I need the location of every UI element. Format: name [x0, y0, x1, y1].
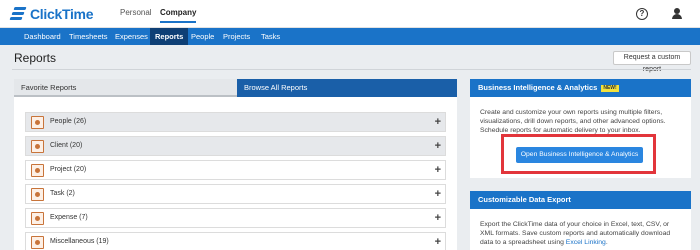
logo-icon — [9, 7, 28, 21]
nav-timesheets[interactable]: Timesheets — [64, 28, 113, 45]
personal-link[interactable]: Personal — [120, 8, 152, 17]
bi-panel-title: Business Intelligence & Analytics — [478, 83, 598, 92]
expense-dollar-icon — [31, 212, 44, 225]
expand-plus-icon[interactable]: + — [435, 212, 441, 224]
expand-plus-icon[interactable]: + — [435, 188, 441, 200]
open-bi-analytics-button[interactable]: Open Business Intelligence & Analytics — [516, 147, 643, 163]
nav-people[interactable]: People — [186, 28, 219, 45]
report-category-list: People (26) + Client (20) + Project (20)… — [25, 112, 446, 250]
category-row-expense[interactable]: Expense (7) + — [25, 208, 446, 228]
nav-expenses[interactable]: Expenses — [110, 28, 153, 45]
data-export-panel: Customizable Data Export Export the Clic… — [470, 191, 691, 250]
new-badge: NEW! — [601, 85, 619, 92]
reports-panel: Favorite Reports Browse All Reports Peop… — [14, 79, 457, 250]
category-label: Project (20) — [50, 166, 87, 173]
expand-plus-icon[interactable]: + — [435, 164, 441, 176]
header-divider — [12, 69, 691, 70]
category-row-miscellaneous[interactable]: Miscellaneous (19) + — [25, 232, 446, 250]
nav-dashboard[interactable]: Dashboard — [19, 28, 66, 45]
category-label: People (26) — [50, 118, 87, 125]
user-account-icon[interactable] — [671, 8, 683, 20]
logo-text: ClickTime — [30, 6, 94, 22]
category-row-people[interactable]: People (26) + — [25, 112, 446, 132]
task-check-icon — [31, 188, 44, 201]
people-report-icon — [31, 116, 44, 129]
clicktime-logo[interactable]: ClickTime — [9, 6, 94, 22]
project-pie-icon — [31, 164, 44, 177]
category-row-client[interactable]: Client (20) + — [25, 136, 446, 156]
export-panel-description: Export the ClickTime data of your choice… — [470, 209, 691, 247]
tab-favorite-reports[interactable]: Favorite Reports — [14, 79, 237, 97]
bi-panel-description: Create and customize your own reports us… — [480, 109, 666, 134]
nav-projects[interactable]: Projects — [218, 28, 255, 45]
expand-plus-icon[interactable]: + — [435, 236, 441, 248]
nav-tasks[interactable]: Tasks — [256, 28, 285, 45]
top-bar: ClickTime Personal Company ? — [0, 0, 700, 28]
nav-reports[interactable]: Reports — [150, 28, 189, 45]
export-description-end: . — [605, 239, 608, 246]
misc-chart-icon — [31, 236, 44, 249]
category-label: Miscellaneous (19) — [50, 238, 109, 245]
excel-linking-link[interactable]: Excel Linking — [566, 239, 606, 246]
expand-plus-icon[interactable]: + — [435, 140, 441, 152]
expand-plus-icon[interactable]: + — [435, 116, 441, 128]
category-row-project[interactable]: Project (20) + — [25, 160, 446, 180]
bi-analytics-panel: Business Intelligence & Analytics NEW! Cr… — [470, 79, 691, 178]
export-panel-header: Customizable Data Export — [470, 191, 691, 209]
page-title: Reports — [14, 51, 57, 65]
company-link[interactable]: Company — [160, 8, 197, 23]
request-custom-report-button[interactable]: Request a custom report — [613, 51, 691, 73]
client-handshake-icon — [31, 140, 44, 153]
main-nav: Dashboard Timesheets Expenses Reports Pe… — [0, 28, 700, 45]
category-label: Task (2) — [50, 190, 75, 197]
category-row-task[interactable]: Task (2) + — [25, 184, 446, 204]
bi-panel-header: Business Intelligence & Analytics NEW! — [470, 79, 691, 97]
category-label: Client (20) — [50, 142, 83, 149]
tab-browse-all-reports[interactable]: Browse All Reports — [237, 79, 457, 97]
category-label: Expense (7) — [50, 214, 88, 221]
help-icon[interactable]: ? — [636, 8, 648, 20]
